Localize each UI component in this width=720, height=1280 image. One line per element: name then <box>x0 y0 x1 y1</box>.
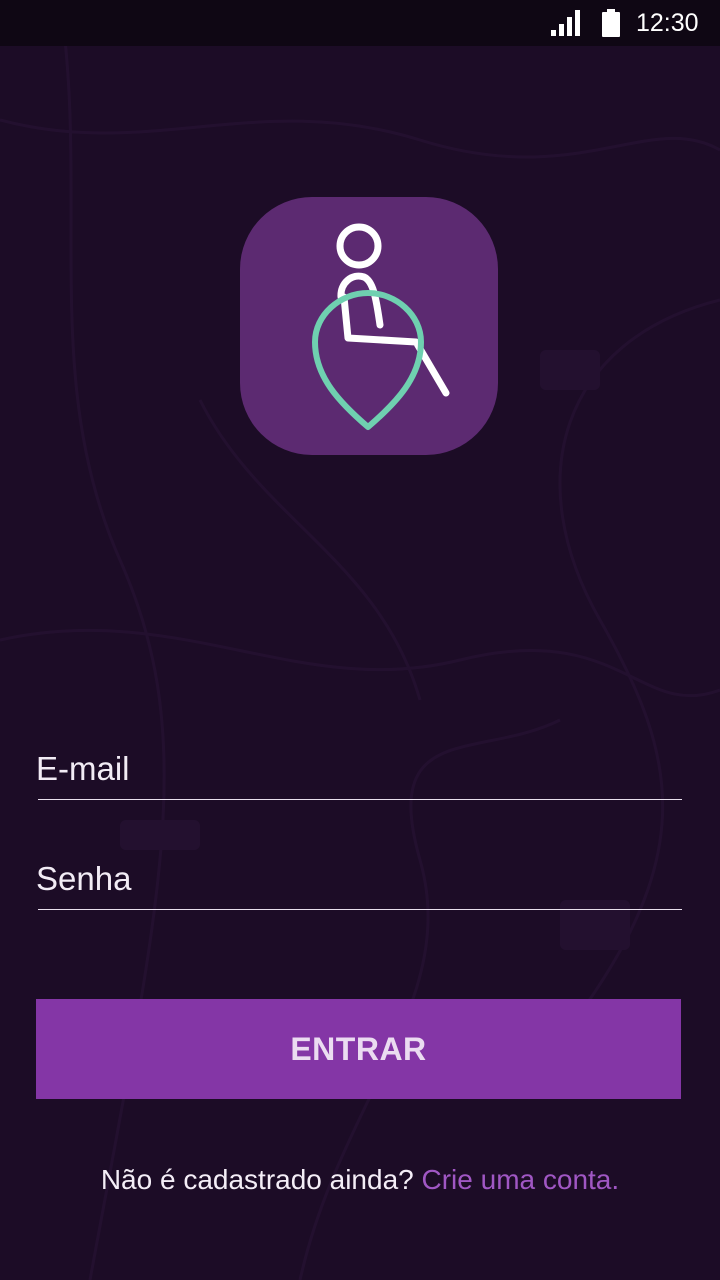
password-input[interactable] <box>36 850 682 908</box>
login-screen: 12:30 ENTRAR Não é cadastrado ainda? Cri… <box>0 0 720 1280</box>
signup-prompt-line: Não é cadastrado ainda? Crie uma conta. <box>0 1160 720 1200</box>
email-input[interactable] <box>36 740 682 798</box>
signup-prompt-text: Não é cadastrado ainda? <box>100 1164 414 1195</box>
status-time: 12:30 <box>636 9 699 37</box>
password-underline <box>38 909 682 910</box>
password-field[interactable] <box>36 850 682 910</box>
battery-full-icon <box>602 9 620 37</box>
create-account-link[interactable]: Crie uma conta. <box>422 1164 620 1195</box>
email-underline <box>38 799 682 800</box>
email-field[interactable] <box>36 740 682 800</box>
login-button[interactable]: ENTRAR <box>36 999 681 1099</box>
wheelchair-location-pin-icon <box>312 223 450 430</box>
cell-signal-icon <box>551 10 580 36</box>
app-logo <box>240 197 498 455</box>
status-bar: 12:30 <box>0 0 720 46</box>
